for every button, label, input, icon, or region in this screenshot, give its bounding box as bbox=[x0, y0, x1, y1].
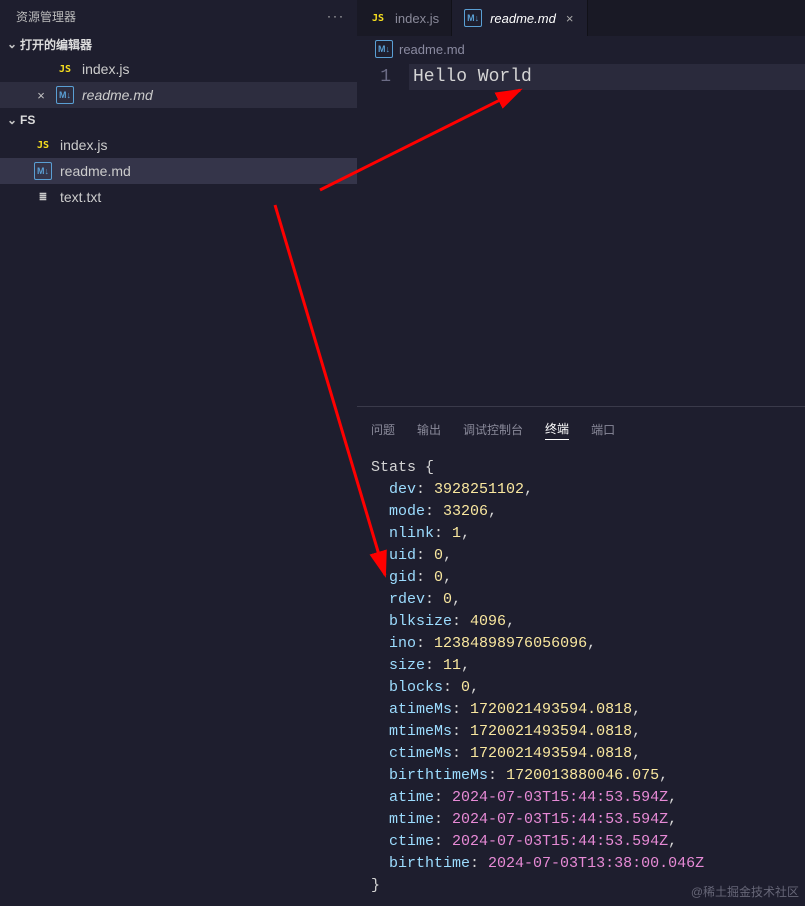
close-icon[interactable]: × bbox=[564, 11, 576, 26]
open-editor-item[interactable]: JS index.js bbox=[0, 56, 357, 82]
editor-content[interactable]: Hello World bbox=[409, 62, 805, 406]
open-editors-section[interactable]: ⌄ 打开的编辑器 bbox=[0, 32, 357, 56]
breadcrumb-text: readme.md bbox=[399, 42, 465, 57]
chevron-down-icon: ⌄ bbox=[4, 113, 20, 127]
file-name: index.js bbox=[60, 137, 107, 153]
file-icon: M↓ bbox=[464, 9, 482, 27]
editor-gutter: 1 bbox=[357, 62, 409, 406]
panel-tab[interactable]: 输出 bbox=[417, 419, 441, 440]
panel-tab[interactable]: 端口 bbox=[591, 419, 615, 440]
terminal-output[interactable]: Stats { dev: 3928251102, mode: 33206, nl… bbox=[371, 443, 791, 906]
explorer-sidebar: 资源管理器 ··· ⌄ 打开的编辑器 JS index.js × M↓ readme.m… bbox=[0, 0, 357, 906]
file-icon: JS bbox=[56, 60, 74, 78]
open-editors-label: 打开的编辑器 bbox=[20, 36, 92, 53]
tab-label: readme.md bbox=[490, 11, 556, 26]
file-tree-item[interactable]: ≣ text.txt bbox=[0, 184, 357, 210]
file-icon: ≣ bbox=[34, 188, 52, 206]
file-name: readme.md bbox=[60, 163, 131, 179]
file-icon: JS bbox=[34, 136, 52, 154]
editor-tab[interactable]: JS index.js bbox=[357, 0, 452, 36]
file-icon: M↓ bbox=[34, 162, 52, 180]
explorer-more-icon[interactable]: ··· bbox=[323, 9, 349, 23]
editor-line[interactable]: Hello World bbox=[409, 64, 805, 90]
workspace-section[interactable]: ⌄ FS bbox=[0, 108, 357, 132]
bottom-panel: 问题 输出 调试控制台 终端 端口 Stats { dev: 3928251102, m… bbox=[357, 406, 805, 906]
watermark: @稀土掘金技术社区 bbox=[691, 883, 799, 900]
workspace-label: FS bbox=[20, 113, 35, 127]
panel-tab[interactable]: 问题 bbox=[371, 419, 395, 440]
tab-label: index.js bbox=[395, 11, 439, 26]
file-name: text.txt bbox=[60, 189, 101, 205]
explorer-header: 资源管理器 ··· bbox=[0, 0, 357, 32]
explorer-title: 资源管理器 bbox=[16, 8, 76, 25]
line-number: 1 bbox=[357, 64, 391, 90]
panel-tabs: 问题 输出 调试控制台 终端 端口 bbox=[371, 415, 791, 443]
code-editor[interactable]: 1 Hello World bbox=[357, 62, 805, 406]
breadcrumb[interactable]: M↓ readme.md bbox=[357, 36, 805, 62]
file-name: readme.md bbox=[82, 87, 153, 103]
file-name: index.js bbox=[82, 61, 129, 77]
open-editor-item[interactable]: × M↓ readme.md bbox=[0, 82, 357, 108]
file-tree-item[interactable]: M↓ readme.md bbox=[0, 158, 357, 184]
file-icon: M↓ bbox=[56, 86, 74, 104]
file-tree-item[interactable]: JS index.js bbox=[0, 132, 357, 158]
chevron-down-icon: ⌄ bbox=[4, 37, 20, 51]
panel-tab[interactable]: 调试控制台 bbox=[463, 419, 523, 440]
editor-tabs: JS index.js M↓ readme.md × bbox=[357, 0, 805, 36]
close-icon[interactable]: × bbox=[34, 88, 48, 103]
editor-area: JSindex.jsM↓readme.md× M↓ readme.md 1 He… bbox=[357, 0, 805, 906]
editor-tab[interactable]: M↓ readme.md × bbox=[452, 0, 588, 36]
markdown-file-icon: M↓ bbox=[375, 40, 393, 58]
file-icon: JS bbox=[369, 9, 387, 27]
panel-tab[interactable]: 终端 bbox=[545, 418, 569, 440]
